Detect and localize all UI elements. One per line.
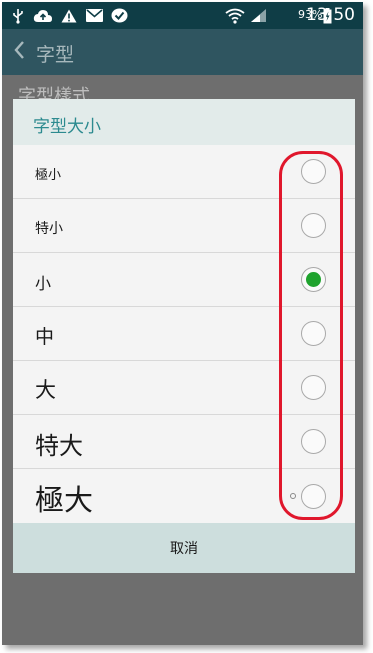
- font-size-dialog: 字型大小 極小 特小 小 中 大 特大 極大 取消: [13, 99, 355, 573]
- option-label: 極大: [35, 483, 94, 517]
- phone-screen: 93% 13:50 字型 字型樣式 字型大小 極小 特小 小 中 大 特大 極大…: [2, 2, 363, 645]
- app-bar: 字型: [2, 29, 363, 75]
- dialog-title: 字型大小: [33, 117, 101, 137]
- signal-icon: [248, 2, 268, 29]
- check-badge-icon: [109, 2, 129, 29]
- dialog-footer: 取消: [13, 523, 355, 573]
- option-row-extra-small[interactable]: 特小: [13, 199, 355, 253]
- mail-icon: [84, 2, 104, 29]
- option-label: 極小: [35, 168, 62, 183]
- option-row-medium[interactable]: 中: [13, 307, 355, 361]
- status-bar: 93% 13:50: [2, 2, 363, 29]
- option-row-huge[interactable]: 極大: [13, 469, 355, 523]
- back-arrow-icon[interactable]: [12, 39, 26, 65]
- radio-button[interactable]: [301, 429, 326, 454]
- option-row-extra-large[interactable]: 特大: [13, 415, 355, 469]
- radio-button[interactable]: [301, 159, 326, 184]
- radio-button[interactable]: [301, 321, 326, 346]
- option-label: 小: [35, 274, 52, 293]
- option-row-small[interactable]: 小: [13, 253, 355, 307]
- cloud-upload-icon: [32, 2, 54, 29]
- radio-button-selected[interactable]: [301, 267, 326, 292]
- option-row-large[interactable]: 大: [13, 361, 355, 415]
- dialog-header: 字型大小: [13, 99, 355, 145]
- option-row-tiny[interactable]: 極小: [13, 145, 355, 199]
- option-label: 特小: [35, 221, 63, 237]
- option-label: 中: [35, 326, 55, 348]
- cancel-button[interactable]: 取消: [13, 523, 355, 573]
- radio-button[interactable]: [301, 484, 326, 509]
- clock: 13:50: [306, 5, 355, 25]
- scroll-indicator-dot: [290, 493, 296, 499]
- radio-selected-dot: [306, 272, 321, 287]
- wifi-icon: [224, 2, 246, 29]
- usb-icon: [10, 2, 26, 29]
- warning-icon: [60, 2, 78, 29]
- radio-button[interactable]: [301, 375, 326, 400]
- page-title: 字型: [36, 44, 75, 66]
- radio-button[interactable]: [301, 213, 326, 238]
- option-label: 大: [35, 378, 56, 402]
- option-label: 特大: [35, 432, 83, 460]
